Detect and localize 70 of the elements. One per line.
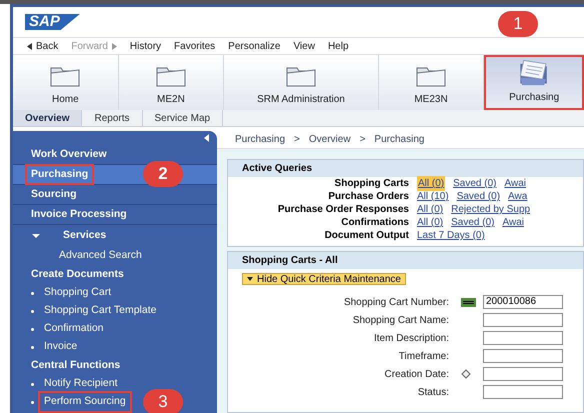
bullet-icon xyxy=(31,346,34,348)
sub-tab[interactable]: Overview xyxy=(13,110,82,126)
sidebar-item[interactable]: Sourcing xyxy=(25,184,83,206)
equals-icon[interactable] xyxy=(461,298,476,306)
breadcrumb-separator: > xyxy=(360,133,366,147)
query-link[interactable]: All (0) xyxy=(417,176,446,191)
input-field[interactable] xyxy=(483,385,563,399)
query-link[interactable]: Awai xyxy=(502,215,524,230)
breadcrumb-link[interactable]: Purchasing xyxy=(235,132,286,147)
diamond-icon[interactable] xyxy=(461,369,471,379)
panel-header: Shopping Carts - All xyxy=(228,252,583,269)
back-icon xyxy=(27,42,32,50)
launchpad-tab[interactable]: Purchasing xyxy=(484,55,584,110)
sidebar-item[interactable]: Perform Sourcing xyxy=(38,391,132,413)
sap-logo: SAP xyxy=(25,14,80,30)
sidebar-item[interactable]: Purchasing xyxy=(25,164,94,186)
bullet-icon xyxy=(31,292,34,294)
sidebar-item[interactable]: Work Overview xyxy=(25,144,113,166)
query-link[interactable]: All (0) xyxy=(417,202,444,217)
query-link[interactable]: Saved (0) xyxy=(456,189,500,204)
query-link[interactable]: Last 7 Days (0) xyxy=(417,228,485,243)
callout-badge: 1 xyxy=(498,11,538,37)
input-field[interactable] xyxy=(483,349,563,363)
query-link[interactable]: All (10) xyxy=(417,189,449,204)
sub-tab[interactable]: Service Map xyxy=(142,110,224,126)
nav-link[interactable]: Help xyxy=(328,38,349,54)
input-field[interactable]: 200010086 xyxy=(483,295,563,309)
bullet-icon xyxy=(31,310,34,312)
breadcrumb-link[interactable]: Overview xyxy=(308,132,351,147)
query-label: Document Output xyxy=(324,229,410,243)
nav-link[interactable]: Back xyxy=(27,38,58,54)
caret-icon xyxy=(31,233,41,239)
field-label: Shopping Cart Number: xyxy=(342,296,450,310)
query-label: Confirmations xyxy=(340,216,410,230)
forward-icon xyxy=(112,42,117,50)
query-link[interactable]: All (0) xyxy=(417,215,444,230)
field-label: Shopping Cart Name: xyxy=(352,314,450,328)
nav-link[interactable]: Personalize xyxy=(228,38,280,54)
nav-link[interactable]: View xyxy=(293,38,315,54)
query-link[interactable]: Awa xyxy=(508,189,528,204)
breadcrumb-link[interactable]: Purchasing xyxy=(374,132,424,147)
query-link[interactable]: Saved (0) xyxy=(453,176,496,191)
breadcrumb-separator: > xyxy=(294,133,300,147)
field-label: Creation Date: xyxy=(384,368,450,382)
field-label: Item Description: xyxy=(372,332,450,346)
bullet-icon xyxy=(31,382,34,386)
caret-icon xyxy=(247,277,253,281)
callout-badge: 3 xyxy=(143,389,183,413)
field-label: Timeframe: xyxy=(398,350,450,364)
panel-header: Active Queries xyxy=(228,160,583,177)
collapse-icon[interactable] xyxy=(204,134,209,142)
input-field[interactable] xyxy=(483,313,563,327)
input-field[interactable] xyxy=(483,331,563,345)
sidebar-item[interactable]: Invoice Processing xyxy=(25,204,133,226)
toggle-button[interactable]: Hide Quick Criteria Maintenance xyxy=(242,273,406,285)
sub-tab[interactable]: Reports xyxy=(82,110,142,126)
nav-link[interactable]: History xyxy=(130,38,162,54)
nav-link[interactable]: Favorites xyxy=(174,38,216,54)
query-link[interactable]: Rejected by Supp xyxy=(451,202,530,217)
query-label: Shopping Carts xyxy=(334,177,410,191)
input-field[interactable] xyxy=(483,367,563,381)
query-label: Purchase Order Responses xyxy=(276,203,410,217)
field-label: Status: xyxy=(416,386,450,400)
bullet-icon xyxy=(31,328,34,330)
query-link[interactable]: Awai xyxy=(504,176,526,191)
bullet-icon xyxy=(31,400,34,404)
sidebar-item[interactable]: Services xyxy=(57,225,112,247)
callout-badge: 2 xyxy=(143,161,183,187)
query-label: Purchase Orders xyxy=(327,190,410,204)
query-link[interactable]: Saved (0) xyxy=(451,215,494,230)
